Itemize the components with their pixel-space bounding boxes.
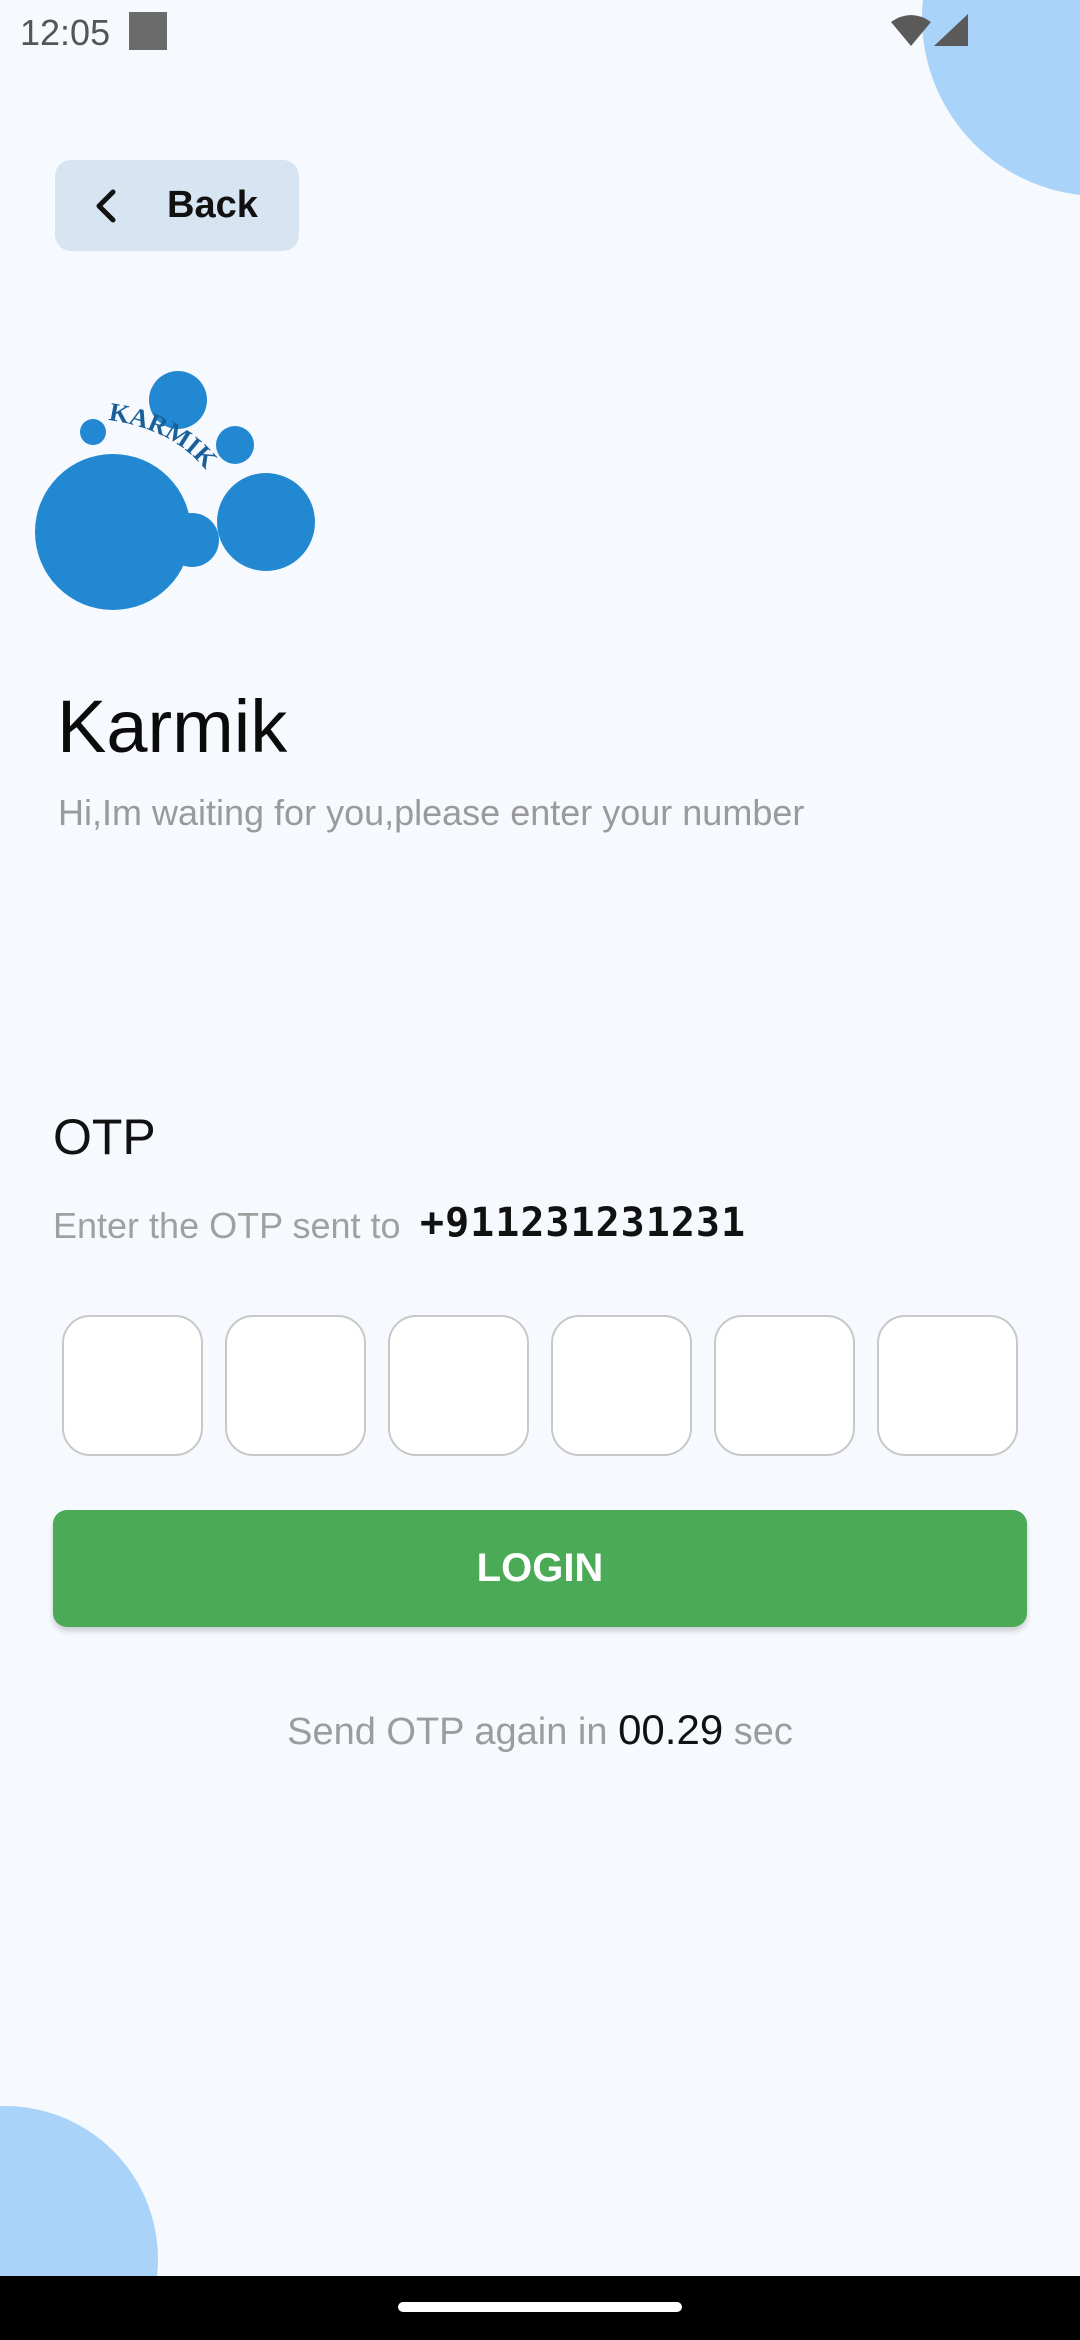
chevron-left-icon — [96, 189, 116, 222]
status-time: 12:05 — [20, 12, 111, 53]
otp-input-group — [62, 1315, 1018, 1456]
otp-phone-number: +911231231231 — [420, 1200, 747, 1246]
otp-digit-4[interactable] — [551, 1315, 692, 1456]
karmik-logo: KARMIK — [35, 371, 315, 610]
resend-suffix: sec — [733, 1711, 793, 1753]
otp-digit-2[interactable] — [225, 1315, 366, 1456]
otp-digit-3[interactable] — [388, 1315, 529, 1456]
otp-digit-6[interactable] — [877, 1315, 1018, 1456]
otp-instruction: Enter the OTP sent to — [53, 1205, 401, 1246]
notification-icon — [129, 12, 167, 50]
login-button[interactable]: LOGIN — [53, 1510, 1027, 1627]
app-subtitle: Hi,Im waiting for you,please enter your … — [58, 792, 805, 833]
resend-timer: 00.29 — [618, 1706, 724, 1753]
otp-digit-1[interactable] — [62, 1315, 203, 1456]
resend-otp-text: Send OTP again in 00.29 sec — [0, 1706, 1080, 1754]
back-button-label: Back — [167, 184, 258, 226]
otp-heading: OTP — [53, 1109, 156, 1165]
login-otp-screen: 12:05 Back KARMIK Karmik Hi,Im waiting f… — [0, 0, 1080, 2340]
back-button[interactable]: Back — [55, 160, 299, 251]
signal-icon — [934, 14, 968, 46]
app-title: Karmik — [57, 685, 288, 768]
otp-digit-5[interactable] — [714, 1315, 855, 1456]
resend-prefix: Send OTP again in — [287, 1711, 608, 1753]
status-bar: 12:05 — [0, 0, 1080, 64]
wifi-icon — [891, 15, 931, 46]
home-indicator[interactable] — [398, 2302, 682, 2312]
